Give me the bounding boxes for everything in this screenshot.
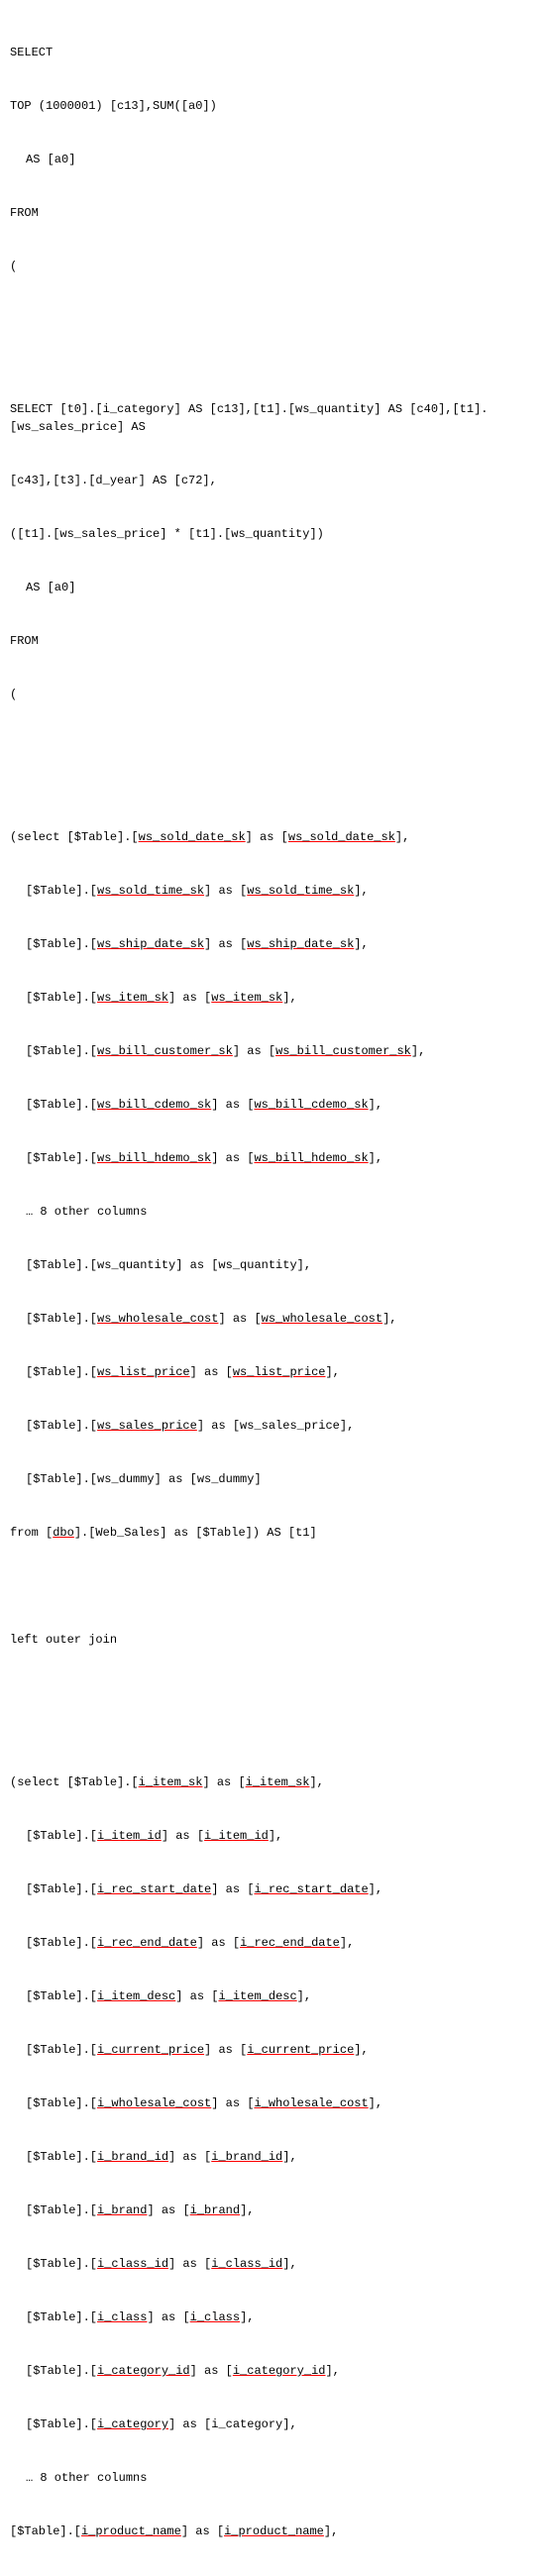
left-outer-join1: left outer join <box>10 1631 535 1649</box>
ws-wholesale-cost: [$Table].[ws_wholesale_cost] as [ws_whol… <box>26 1310 535 1328</box>
blank-line2 <box>10 739 535 757</box>
i-brand: [$Table].[i_brand] as [i_brand], <box>26 2201 535 2219</box>
blank-line <box>10 311 535 329</box>
keyword-select: SELECT <box>10 44 535 61</box>
ws-dummy: [$Table].[ws_dummy] as [ws_dummy] <box>26 1470 535 1488</box>
i-item-desc: [$Table].[i_item_desc] as [i_item_desc], <box>26 1987 535 2005</box>
i-wholesale-cost: [$Table].[i_wholesale_cost] as [i_wholes… <box>26 2094 535 2112</box>
ws-list-price: [$Table].[ws_list_price] as [ws_list_pri… <box>26 1363 535 1381</box>
ws-quantity: [$Table].[ws_quantity] as [ws_quantity], <box>26 1256 535 1274</box>
blank-line4 <box>10 1684 535 1702</box>
sql-viewer: SELECT TOP (1000001) [c13],SUM([a0]) AS … <box>10 8 535 2576</box>
subselect-item-open: (select [$Table].[i_item_sk] as [i_item_… <box>10 1773 535 1791</box>
blank-line3 <box>10 1577 535 1595</box>
ws-other-cols: … 8 other columns <box>26 1203 535 1221</box>
i-product-name: [$Table].[i_product_name] as [i_product_… <box>10 2522 535 2540</box>
ws-bill-cdemo: [$Table].[ws_bill_cdemo_sk] as [ws_bill_… <box>26 1096 535 1114</box>
from-keyword: FROM <box>10 204 535 222</box>
top-clause: TOP (1000001) [c13],SUM([a0]) <box>10 97 535 115</box>
i-rec-end-date: [$Table].[i_rec_end_date] as [i_rec_end_… <box>26 1934 535 1952</box>
i-category-id: [$Table].[i_category_id] as [i_category_… <box>26 2362 535 2380</box>
open-paren: ( <box>10 258 535 275</box>
ws-sales-price: [$Table].[ws_sales_price] as [ws_sales_p… <box>26 1417 535 1435</box>
inner-open-paren: ( <box>10 686 535 703</box>
i-category: [$Table].[i_category] as [i_category], <box>26 2415 535 2433</box>
i-brand-id: [$Table].[i_brand_id] as [i_brand_id], <box>26 2148 535 2166</box>
inner-select-line: SELECT [t0].[i_category] AS [c13],[t1].[… <box>10 400 535 436</box>
inner-from: FROM <box>10 632 535 650</box>
as-clause: AS [a0] <box>26 151 535 168</box>
i-class-id: [$Table].[i_class_id] as [i_class_id], <box>26 2255 535 2273</box>
top-select-block: SELECT TOP (1000001) [c13],SUM([a0]) AS … <box>10 8 535 2576</box>
i-item-id: [$Table].[i_item_id] as [i_item_id], <box>26 1827 535 1845</box>
inner-select-line3: ([t1].[ws_sales_price] * [t1].[ws_quanti… <box>10 525 535 543</box>
ws-item-sk: [$Table].[ws_item_sk] as [ws_item_sk], <box>26 989 535 1007</box>
i-class: [$Table].[i_class] as [i_class], <box>26 2308 535 2326</box>
i-current-price: [$Table].[i_current_price] as [i_current… <box>26 2041 535 2059</box>
inner-select-line2: [c43],[t3].[d_year] AS [c72], <box>10 472 535 489</box>
ws-bill-hdemo: [$Table].[ws_bill_hdemo_sk] as [ws_bill_… <box>26 1149 535 1167</box>
inner-as: AS [a0] <box>26 579 535 596</box>
from-web-sales: from [dbo].[Web_Sales] as [$Table]) AS [… <box>10 1524 535 1542</box>
subselect-web-sales: (select [$Table].[ws_sold_date_sk] as [w… <box>10 828 535 846</box>
ws-sold-time: [$Table].[ws_sold_time_sk] as [ws_sold_t… <box>26 882 535 900</box>
i-rec-start-date: [$Table].[i_rec_start_date] as [i_rec_st… <box>26 1880 535 1898</box>
ws-bill-customer: [$Table].[ws_bill_customer_sk] as [ws_bi… <box>26 1042 535 1060</box>
i-other-cols: … 8 other columns <box>26 2469 535 2487</box>
ws-ship-date: [$Table].[ws_ship_date_sk] as [ws_ship_d… <box>26 935 535 953</box>
